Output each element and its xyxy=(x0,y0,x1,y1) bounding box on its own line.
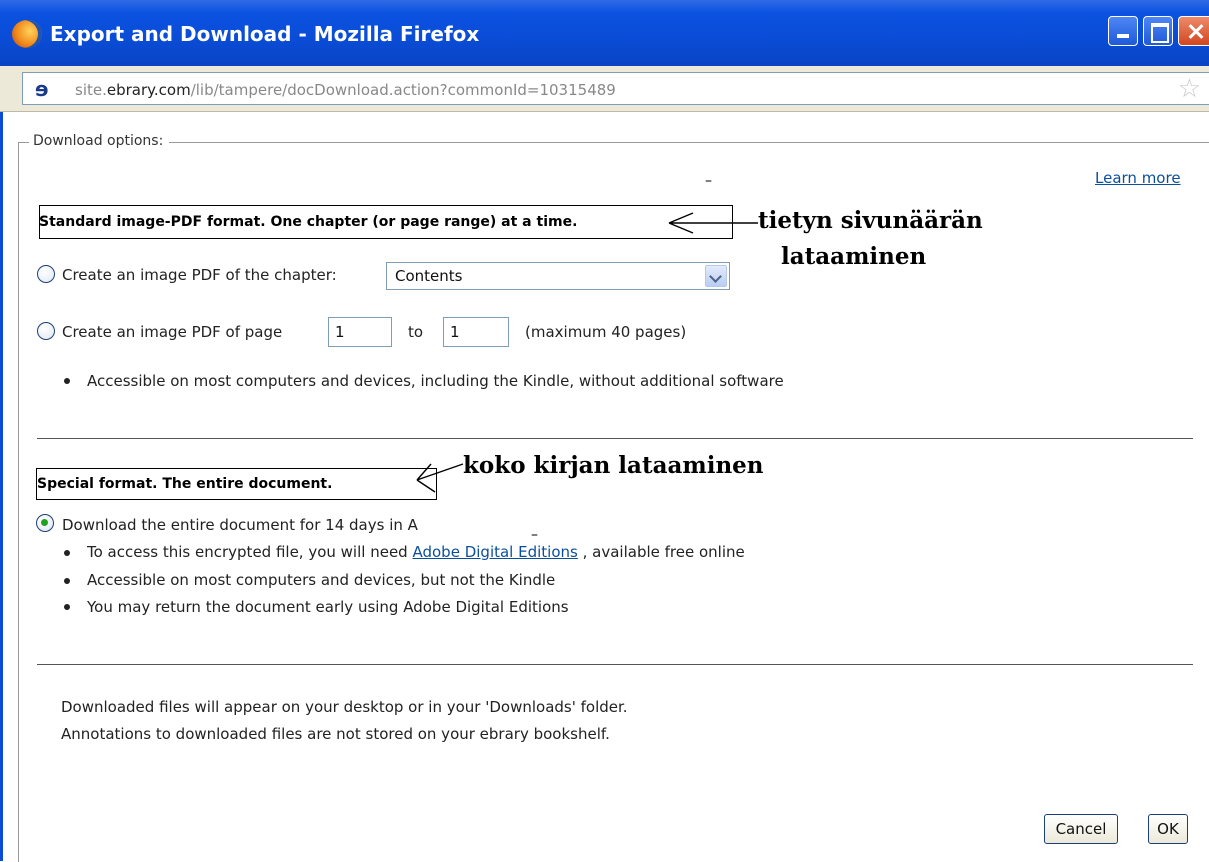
arrow-standard xyxy=(668,212,758,234)
close-button[interactable] xyxy=(1178,16,1209,46)
maximize-button[interactable] xyxy=(1143,16,1173,46)
url-prefix: site. xyxy=(75,81,107,99)
download-options-panel: Download options: – Learn more Standard … xyxy=(0,112,1209,862)
url-text: site.ebrary.com/lib/tampere/docDownload.… xyxy=(75,79,616,101)
minimize-button[interactable] xyxy=(1108,16,1138,46)
address-bar: ɘ site.ebrary.com/lib/tampere/docDownloa… xyxy=(0,66,1209,112)
window-titlebar[interactable]: Export and Download - Mozilla Firefox xyxy=(0,0,1209,66)
url-path: /lib/tampere/docDownload.action?commonId… xyxy=(190,81,616,99)
annotation-arrows xyxy=(416,212,758,493)
firefox-icon xyxy=(12,20,42,48)
url-field[interactable]: ɘ site.ebrary.com/lib/tampere/docDownloa… xyxy=(22,72,1209,105)
bookmark-star-icon[interactable]: ☆ xyxy=(1178,75,1201,103)
window-title: Export and Download - Mozilla Firefox xyxy=(50,22,480,46)
site-favicon-icon: ɘ xyxy=(35,77,49,101)
url-domain: ebrary.com xyxy=(106,81,191,99)
arrow-special xyxy=(416,463,464,493)
